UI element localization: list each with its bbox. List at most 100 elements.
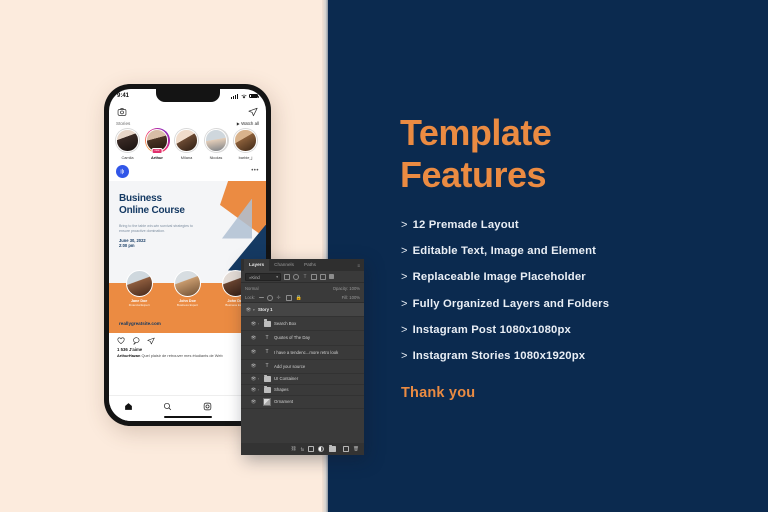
tab-paths[interactable]: Paths <box>299 259 321 271</box>
layer-row-shapes[interactable]: 👁 › Shapes <box>241 385 364 396</box>
folder-icon <box>263 385 271 394</box>
eye-icon[interactable]: 👁 <box>249 387 258 393</box>
layer-name: I have a tendenc...more retro look <box>274 349 339 355</box>
eye-icon[interactable]: 👁 <box>249 349 258 355</box>
text-layer-icon: T <box>265 363 269 370</box>
layer-row-quotes[interactable]: 👁 T Quotes of The Day <box>241 331 364 346</box>
fill-value[interactable]: 100% <box>349 295 360 300</box>
layer-name: Shapes <box>274 387 289 393</box>
story-ring <box>115 128 140 153</box>
opacity-label: Opacity: <box>332 285 349 291</box>
text-layer-icon: T <box>265 334 269 341</box>
folder-icon <box>263 374 271 383</box>
delete-layer-icon[interactable]: 🗑 <box>353 446 359 452</box>
eye-icon[interactable]: 👁 <box>249 321 258 327</box>
battery-icon <box>249 93 259 99</box>
layer-row-tendency[interactable]: 👁 T I have a tendenc...more retro look <box>241 346 364 360</box>
adjustment-filter-icon[interactable] <box>293 273 299 280</box>
tab-layers[interactable]: Layers <box>244 259 270 271</box>
eye-icon[interactable]: 👁 <box>244 307 253 313</box>
layer-style-fx-icon[interactable]: fx <box>301 447 305 452</box>
feature-label: Instagram Post 1080x1080px <box>412 323 571 336</box>
thank-you-text: Thank you <box>401 385 476 401</box>
lock-position-icon[interactable]: ✛ <box>277 295 283 301</box>
filter-toggle-icon[interactable] <box>329 274 334 279</box>
link-layers-icon[interactable]: ⛓ <box>291 446 297 452</box>
layer-row-ui-container[interactable]: 👁 › UI Container <box>241 374 364 385</box>
tab-channels[interactable]: Channels <box>269 259 299 271</box>
lock-artboard-icon[interactable] <box>286 294 293 301</box>
story-item[interactable]: Nicolas <box>203 128 229 160</box>
panel-menu-icon[interactable]: ≡ <box>357 263 360 268</box>
blend-mode-value[interactable]: Normal <box>245 286 259 291</box>
eye-icon[interactable]: 👁 <box>249 335 258 341</box>
watch-all-button[interactable]: Watch all <box>236 121 259 126</box>
avatar <box>116 129 139 152</box>
stories-row[interactable]: Camila new Arthur Milana Nicolas barbie_… <box>109 128 266 160</box>
page-title: Template Features <box>400 112 720 197</box>
eye-icon[interactable]: 👁 <box>249 399 258 405</box>
layer-mask-icon[interactable] <box>308 446 315 452</box>
heart-icon[interactable] <box>117 337 125 345</box>
story-badge: new <box>151 147 163 154</box>
story-item[interactable]: Milana <box>174 128 199 160</box>
layer-row-add-source[interactable]: 👁 T Add your source <box>241 360 364 374</box>
avatar <box>204 129 228 152</box>
artwork-website: reallygreatsite.com <box>119 320 161 326</box>
layer-row-search-box[interactable]: 👁 › Search Box <box>241 317 364 332</box>
story-name: Milana <box>180 154 193 160</box>
layer-name: Story 1 <box>258 307 273 313</box>
camera-icon[interactable] <box>117 107 127 117</box>
layer-name: Ornament <box>274 399 294 405</box>
filter-kind-select[interactable]: ⌕Kind <box>245 272 281 281</box>
opacity-value[interactable]: 100% <box>349 286 360 291</box>
layers-list[interactable]: 👁 ▾ Story 1 👁 › Search Box 👁 T Quotes of… <box>241 303 364 443</box>
eye-icon[interactable]: 👁 <box>249 363 258 369</box>
feature-label: Fully Organized Layers and Folders <box>412 297 610 310</box>
story-item[interactable]: Camila <box>115 128 140 160</box>
type-filter-icon[interactable]: T <box>302 274 308 280</box>
caret-icon: > <box>401 297 408 310</box>
image-layer-thumbnail <box>263 397 271 406</box>
layer-name: Quotes of The Day <box>274 335 310 341</box>
lock-label: Lock: <box>245 295 256 300</box>
story-ring <box>233 128 258 153</box>
lock-all-icon[interactable]: 🔒 <box>296 295 302 301</box>
post-caption-user[interactable]: ArthurHazan <box>117 353 140 358</box>
eye-icon[interactable]: 👁 <box>249 376 258 382</box>
artwork-title-line-2: Online Course <box>119 204 185 216</box>
share-icon[interactable] <box>147 337 155 345</box>
wifi-icon <box>241 94 247 98</box>
lock-image-pixels-icon[interactable] <box>267 294 274 301</box>
layer-row-ornament[interactable]: 👁 Ornament <box>241 396 364 409</box>
comment-icon[interactable] <box>132 336 140 345</box>
pixel-filter-icon[interactable] <box>284 273 290 280</box>
title-line-1: Template <box>400 112 552 153</box>
shape-filter-icon[interactable] <box>311 273 317 280</box>
avatar[interactable] <box>116 164 129 178</box>
stories-label: Stories <box>116 121 131 126</box>
adjustment-layer-icon[interactable] <box>318 446 325 452</box>
avatar <box>125 270 153 298</box>
feature-list: > 12 Premade Layout > Editable Text, Ima… <box>401 219 721 376</box>
home-icon[interactable] <box>124 402 133 411</box>
story-name: barbie_j <box>238 154 253 160</box>
more-options-icon[interactable]: ••• <box>251 168 259 174</box>
layer-name: UI Container <box>274 376 299 382</box>
status-icons <box>231 93 259 99</box>
reels-icon[interactable] <box>203 402 212 411</box>
layer-filter-bar: ⌕Kind T <box>241 271 364 283</box>
speaker-role: Business Expert <box>177 302 198 307</box>
search-icon[interactable] <box>163 402 172 411</box>
lock-transparent-pixels-icon[interactable] <box>258 297 264 298</box>
new-group-icon[interactable] <box>328 444 336 453</box>
new-layer-icon[interactable] <box>343 446 350 452</box>
direct-message-icon[interactable] <box>248 107 258 117</box>
layer-row-story-1[interactable]: 👁 ▾ Story 1 <box>241 303 364 318</box>
smart-object-filter-icon[interactable] <box>320 273 326 280</box>
feature-item: > Instagram Post 1080x1080px <box>401 324 721 336</box>
story-item[interactable]: new Arthur <box>144 128 170 160</box>
text-layer-icon: T <box>265 349 269 356</box>
story-item[interactable]: barbie_j <box>233 128 258 160</box>
panel-bottom-toolbar: ⛓ fx 🗑 <box>241 443 364 455</box>
